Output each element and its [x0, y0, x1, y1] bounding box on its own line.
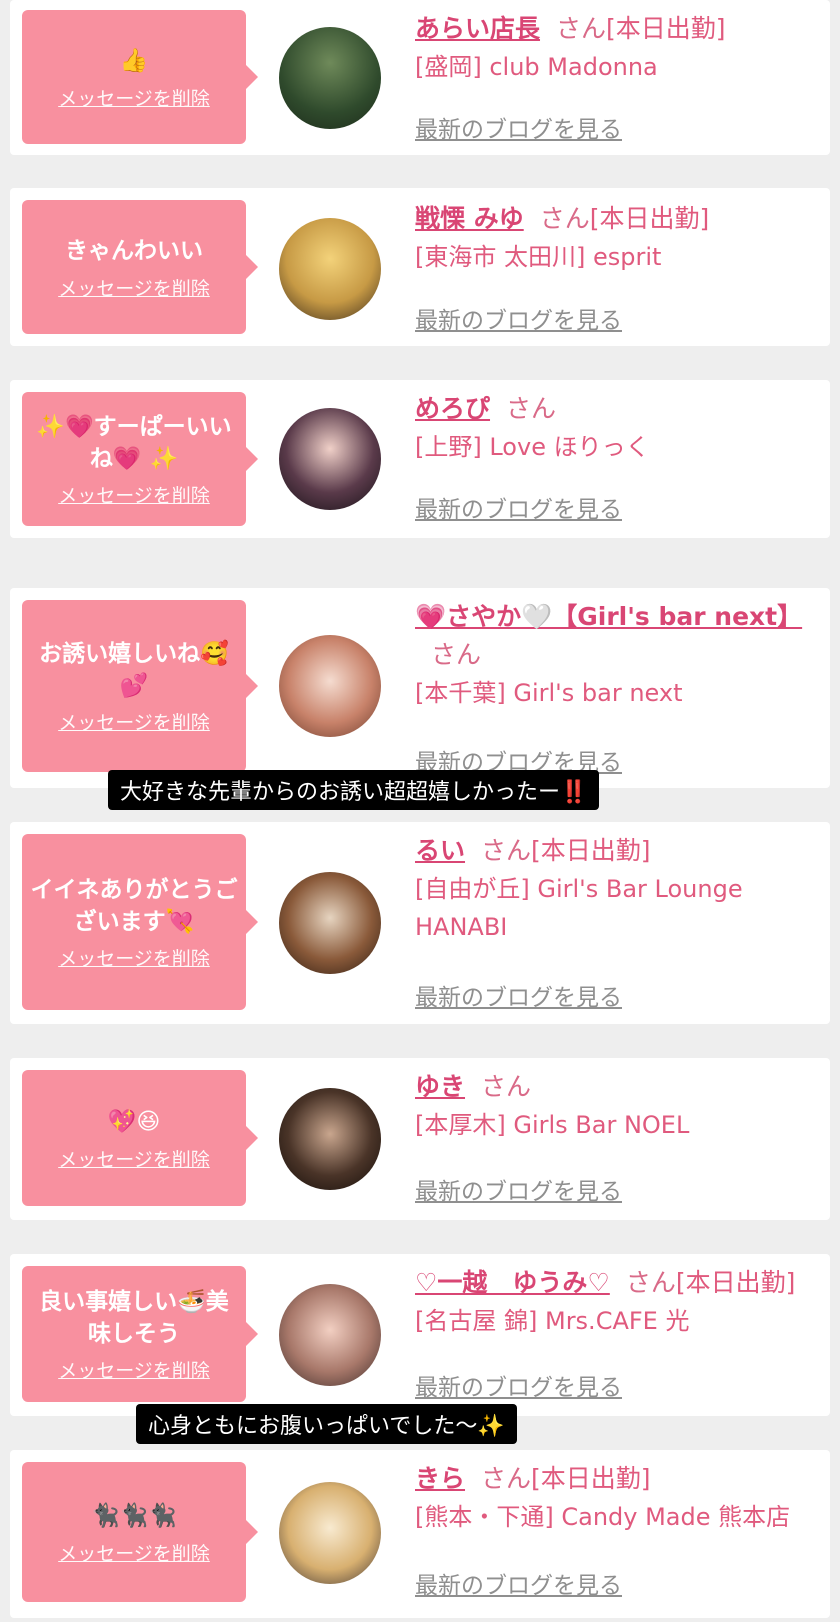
avatar[interactable] [279, 408, 381, 510]
message-text: 良い事嬉しい🍜美味しそう [39, 1288, 229, 1347]
delete-message-link[interactable]: メッセージを削除 [58, 84, 210, 111]
message-bubble: 良い事嬉しい🍜美味しそう メッセージを削除 [22, 1266, 258, 1402]
user-info: ゆき さん [本厚木] Girls Bar NOEL [415, 1068, 822, 1144]
honorific: さん [539, 204, 590, 233]
user-info: あらい店長 さん[本日出勤] [盛岡] club Madonna [415, 10, 822, 86]
shop-name: [本厚木] Girls Bar NOEL [415, 1111, 690, 1139]
latest-blog-link[interactable]: 最新のブログを見る [415, 110, 622, 144]
delete-message-link[interactable]: メッセージを削除 [58, 1145, 210, 1172]
user-info: 💗さやか🤍【Girl's bar next】さん [本千葉] Girl's ba… [415, 598, 822, 712]
status-badge: [本日出勤] [589, 204, 710, 233]
message-bubble: きゃんわいい メッセージを削除 [22, 200, 258, 334]
message-bubble: ✨💗すーぱーいいね💗 ✨ メッセージを削除 [22, 392, 258, 526]
honorific: さん [481, 1072, 532, 1101]
video-caption: 心身ともにお腹いっぱいでした～✨ [136, 1404, 517, 1444]
user-info: 戦慄 みゆ さん[本日出勤] [東海市 太田川] esprit [415, 200, 822, 276]
avatar[interactable] [279, 1482, 381, 1584]
message-text: 💖😆 [107, 1108, 161, 1135]
message-bubble: 💖😆 メッセージを削除 [22, 1070, 258, 1206]
message-bubble: イイネありがとうございます💘 メッセージを削除 [22, 834, 258, 1010]
avatar[interactable] [279, 872, 381, 974]
honorific: さん [431, 640, 482, 669]
delete-message-link[interactable]: メッセージを削除 [58, 1539, 210, 1566]
user-name-link[interactable]: 💗さやか🤍【Girl's bar next】 [415, 602, 802, 631]
status-badge: [本日出勤] [531, 1464, 651, 1493]
latest-blog-link[interactable]: 最新のブログを見る [415, 1368, 622, 1402]
message-bubble: お誘い嬉しいね🥰💕 メッセージを削除 [22, 600, 258, 772]
message-text: 🐈‍⬛🐈‍⬛🐈‍⬛ [91, 1502, 177, 1529]
user-info: きら さん[本日出勤] [熊本・下通] Candy Made 熊本店 [415, 1460, 822, 1536]
avatar[interactable] [279, 1088, 381, 1190]
user-name-link[interactable]: るい [415, 836, 465, 865]
shop-name: [東海市 太田川] esprit [415, 243, 662, 271]
message-text: ✨💗すーぱーいいね💗 ✨ [36, 413, 232, 472]
shop-name: [本千葉] Girl's bar next [415, 679, 683, 707]
latest-blog-link[interactable]: 最新のブログを見る [415, 1172, 622, 1206]
delete-message-link[interactable]: メッセージを削除 [58, 944, 210, 971]
honorific: さん [625, 1268, 676, 1297]
honorific: さん [481, 1464, 532, 1493]
user-name-link[interactable]: あらい店長 [415, 14, 540, 43]
message-text: 👍 [119, 47, 149, 74]
message-card: イイネありがとうございます💘 メッセージを削除 るい さん[本日出勤] [自由が丘… [10, 822, 830, 1024]
message-card: お誘い嬉しいね🥰💕 メッセージを削除 💗さやか🤍【Girl's bar next… [10, 588, 830, 788]
delete-message-link[interactable]: メッセージを削除 [58, 1356, 210, 1383]
honorific: さん [556, 14, 607, 43]
message-card: 👍 メッセージを削除 あらい店長 さん[本日出勤] [盛岡] club Madon… [10, 0, 830, 155]
message-card: ✨💗すーぱーいいね💗 ✨ メッセージを削除 めろぴ さん [上野] Love ほり… [10, 380, 830, 538]
latest-blog-link[interactable]: 最新のブログを見る [415, 1566, 622, 1600]
shop-name: [名古屋 錦] Mrs.CAFE 光 [415, 1307, 690, 1335]
message-card: 良い事嬉しい🍜美味しそう メッセージを削除 ♡一越 ゆうみ♡ さん[本日出勤] [… [10, 1254, 830, 1416]
shop-name: [熊本・下通] Candy Made 熊本店 [415, 1503, 791, 1531]
user-name-link[interactable]: ゆき [415, 1072, 465, 1101]
user-name-link[interactable]: ♡一越 ゆうみ♡ [415, 1268, 610, 1297]
latest-blog-link[interactable]: 最新のブログを見る [415, 490, 622, 524]
user-name-link[interactable]: 戦慄 みゆ [415, 204, 524, 233]
user-info: めろぴ さん [上野] Love ほりっく [415, 390, 822, 466]
status-badge: [本日出勤] [531, 836, 651, 865]
delete-message-link[interactable]: メッセージを削除 [58, 708, 210, 735]
message-text: きゃんわいい [65, 237, 203, 264]
user-info: ♡一越 ゆうみ♡ さん[本日出勤] [名古屋 錦] Mrs.CAFE 光 [415, 1264, 822, 1340]
shop-name: [盛岡] club Madonna [415, 53, 658, 81]
avatar[interactable] [279, 218, 381, 320]
message-text: イイネありがとうございます💘 [30, 876, 238, 935]
user-name-link[interactable]: めろぴ [415, 394, 490, 423]
shop-name: [自由が丘] Girl's Bar Lounge HANABI [415, 875, 743, 941]
message-text: お誘い嬉しいね🥰💕 [39, 640, 229, 699]
latest-blog-link[interactable]: 最新のブログを見る [415, 301, 622, 335]
message-bubble: 🐈‍⬛🐈‍⬛🐈‍⬛ メッセージを削除 [22, 1462, 258, 1602]
delete-message-link[interactable]: メッセージを削除 [58, 481, 210, 508]
avatar[interactable] [279, 635, 381, 737]
shop-name: [上野] Love ほりっく [415, 433, 650, 461]
user-info: るい さん[本日出勤] [自由が丘] Girl's Bar Lounge HANA… [415, 832, 822, 946]
honorific: さん [506, 394, 557, 423]
avatar[interactable] [279, 1284, 381, 1386]
honorific: さん [481, 836, 532, 865]
status-badge: [本日出勤] [606, 14, 726, 43]
user-name-link[interactable]: きら [415, 1464, 465, 1493]
message-card: 💖😆 メッセージを削除 ゆき さん [本厚木] Girls Bar NOEL 最新… [10, 1058, 830, 1220]
status-badge: [本日出勤] [675, 1268, 796, 1297]
message-bubble: 👍 メッセージを削除 [22, 10, 258, 144]
message-card: きゃんわいい メッセージを削除 戦慄 みゆ さん[本日出勤] [東海市 太田川] … [10, 188, 830, 346]
latest-blog-link[interactable]: 最新のブログを見る [415, 978, 622, 1012]
avatar[interactable] [279, 27, 381, 129]
video-caption: 大好きな先輩からのお誘い超超嬉しかったー‼️ [108, 770, 600, 810]
message-card: 🐈‍⬛🐈‍⬛🐈‍⬛ メッセージを削除 きら さん[本日出勤] [熊本・下通] Ca… [10, 1450, 830, 1618]
delete-message-link[interactable]: メッセージを削除 [58, 274, 210, 301]
